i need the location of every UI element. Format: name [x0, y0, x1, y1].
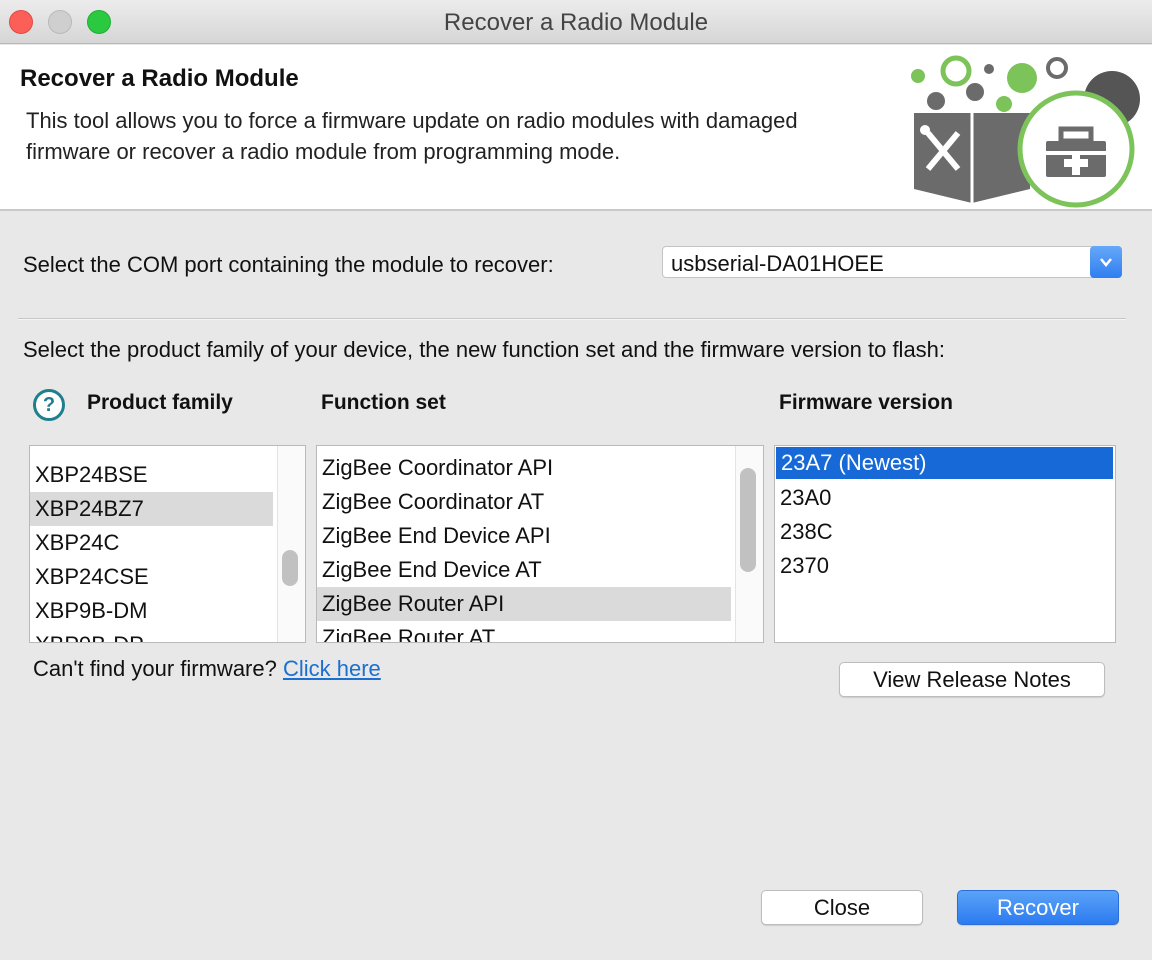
- list-item-selected[interactable]: ZigBee Router API: [317, 587, 731, 621]
- list-item[interactable]: XBP24C: [30, 526, 273, 560]
- header-title: Recover a Radio Module: [20, 65, 299, 92]
- list-item[interactable]: XBP24BSE: [30, 458, 273, 492]
- product-family-scrollbar-track[interactable]: [277, 446, 305, 642]
- list-item[interactable]: XBP9B-DM: [30, 594, 273, 628]
- close-button[interactable]: Close: [761, 890, 923, 925]
- list-item[interactable]: 238C: [775, 515, 1115, 549]
- dialog-header: Recover a Radio Module This tool allows …: [0, 45, 1152, 211]
- header-description: This tool allows you to force a firmware…: [26, 108, 798, 164]
- window-title: Recover a Radio Module: [443, 9, 709, 36]
- function-set-list[interactable]: ZigBee Coordinator API ZigBee Coordinato…: [316, 445, 764, 643]
- function-set-header: Function set: [321, 391, 446, 414]
- view-release-notes-button[interactable]: View Release Notes: [839, 662, 1105, 697]
- com-port-label: Select the COM port containing the modul…: [23, 252, 554, 277]
- list-item-selected[interactable]: 23A7 (Newest): [776, 447, 1113, 479]
- list-item[interactable]: ZigBee End Device API: [317, 519, 731, 553]
- list-item[interactable]: 23A0: [775, 481, 1115, 515]
- cant-find-text: Can't find your firmware?: [33, 656, 277, 681]
- selection-instructions: Select the product family of your device…: [23, 337, 946, 362]
- section-divider: [18, 318, 1126, 320]
- list-item[interactable]: ZigBee Coordinator API: [317, 451, 731, 485]
- cant-find-firmware: Can't find your firmware? Click here: [33, 656, 381, 682]
- product-family-list[interactable]: XBP24-ZB XBP24BSE XBP24BZ7 XBP24C XBP24C…: [29, 445, 306, 643]
- chevron-down-icon[interactable]: [1090, 246, 1122, 278]
- list-item-selected[interactable]: XBP24BZ7: [30, 492, 273, 526]
- recovery-toolbox-logo-icon: [911, 55, 1140, 208]
- firmware-version-list[interactable]: 23A7 (Newest) 23A0 238C 2370: [774, 445, 1116, 643]
- list-item[interactable]: 2370: [775, 549, 1115, 583]
- list-item[interactable]: ZigBee End Device AT: [317, 553, 731, 587]
- com-port-select[interactable]: usbserial-DA01HOEE: [662, 246, 1122, 278]
- list-item[interactable]: XBP24-ZB: [30, 446, 273, 454]
- recover-button[interactable]: Recover: [957, 890, 1119, 925]
- com-port-value: usbserial-DA01HOEE: [671, 251, 884, 276]
- title-bar: Recover a Radio Module: [0, 0, 1152, 44]
- click-here-link[interactable]: Click here: [283, 656, 381, 681]
- list-item[interactable]: ZigBee Coordinator AT: [317, 485, 731, 519]
- help-icon[interactable]: ?: [33, 389, 65, 421]
- firmware-version-header: Firmware version: [779, 391, 953, 414]
- product-family-scrollbar[interactable]: [282, 550, 298, 586]
- list-item[interactable]: XBP24CSE: [30, 560, 273, 594]
- list-item[interactable]: ZigBee Router AT: [317, 621, 731, 642]
- product-family-header: Product family: [87, 391, 233, 414]
- function-set-scrollbar[interactable]: [740, 468, 756, 572]
- list-item[interactable]: XBP9B-DP: [30, 628, 273, 642]
